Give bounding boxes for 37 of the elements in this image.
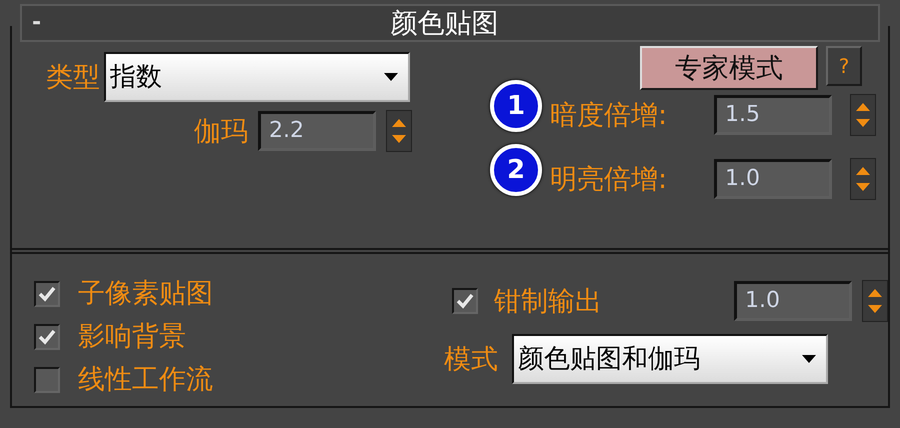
checkbox[interactable] — [34, 324, 60, 350]
option-label: 子像素贴图 — [78, 280, 213, 307]
rollout-header[interactable]: - 颜色贴图 — [20, 4, 880, 42]
type-label: 类型 — [46, 64, 100, 90]
expert-mode-button[interactable]: 专家模式 — [640, 46, 818, 90]
spinner-button[interactable] — [850, 158, 876, 200]
spinner-button[interactable] — [862, 280, 888, 322]
number-marker: 2 — [490, 144, 542, 196]
clamp-output-label: 钳制输出 — [494, 288, 603, 314]
rollout-title: 颜色贴图 — [390, 10, 500, 36]
multiplier-label: 明亮倍增: — [550, 166, 668, 192]
option-label: 影响背景 — [78, 323, 186, 350]
checkbox[interactable] — [34, 366, 60, 392]
gamma-label: 伽玛 — [194, 118, 248, 144]
mode-label: 模式 — [444, 346, 498, 372]
clamp-value-field[interactable]: 1.0 — [734, 281, 852, 321]
multiplier-field[interactable]: 1.0 — [714, 159, 832, 199]
dropdown-value: 指数 — [110, 64, 162, 90]
checkmark-icon — [37, 328, 57, 346]
spinner-button[interactable] — [386, 110, 412, 152]
spinner-button[interactable] — [850, 94, 876, 136]
collapse-sign: - — [31, 12, 42, 34]
number-marker: 1 — [490, 80, 542, 132]
dropdown-value: 颜色贴图和伽玛 — [518, 346, 700, 372]
checkbox[interactable] — [34, 280, 60, 306]
multiplier-field[interactable]: 1.5 — [714, 95, 832, 135]
dropdown-caret-icon — [802, 355, 816, 363]
mode-dropdown[interactable]: 颜色贴图和伽玛 — [512, 334, 828, 384]
help-button[interactable]: ? — [826, 46, 862, 86]
type-dropdown[interactable]: 指数 — [104, 52, 410, 102]
dropdown-caret-icon — [384, 73, 398, 81]
checkbox[interactable] — [452, 288, 478, 314]
checkmark-icon — [455, 292, 475, 310]
gamma-field[interactable]: 2.2 — [258, 111, 376, 151]
option-label: 线性工作流 — [78, 366, 213, 393]
multiplier-label: 暗度倍增: — [550, 102, 668, 128]
checkmark-icon — [37, 284, 57, 302]
